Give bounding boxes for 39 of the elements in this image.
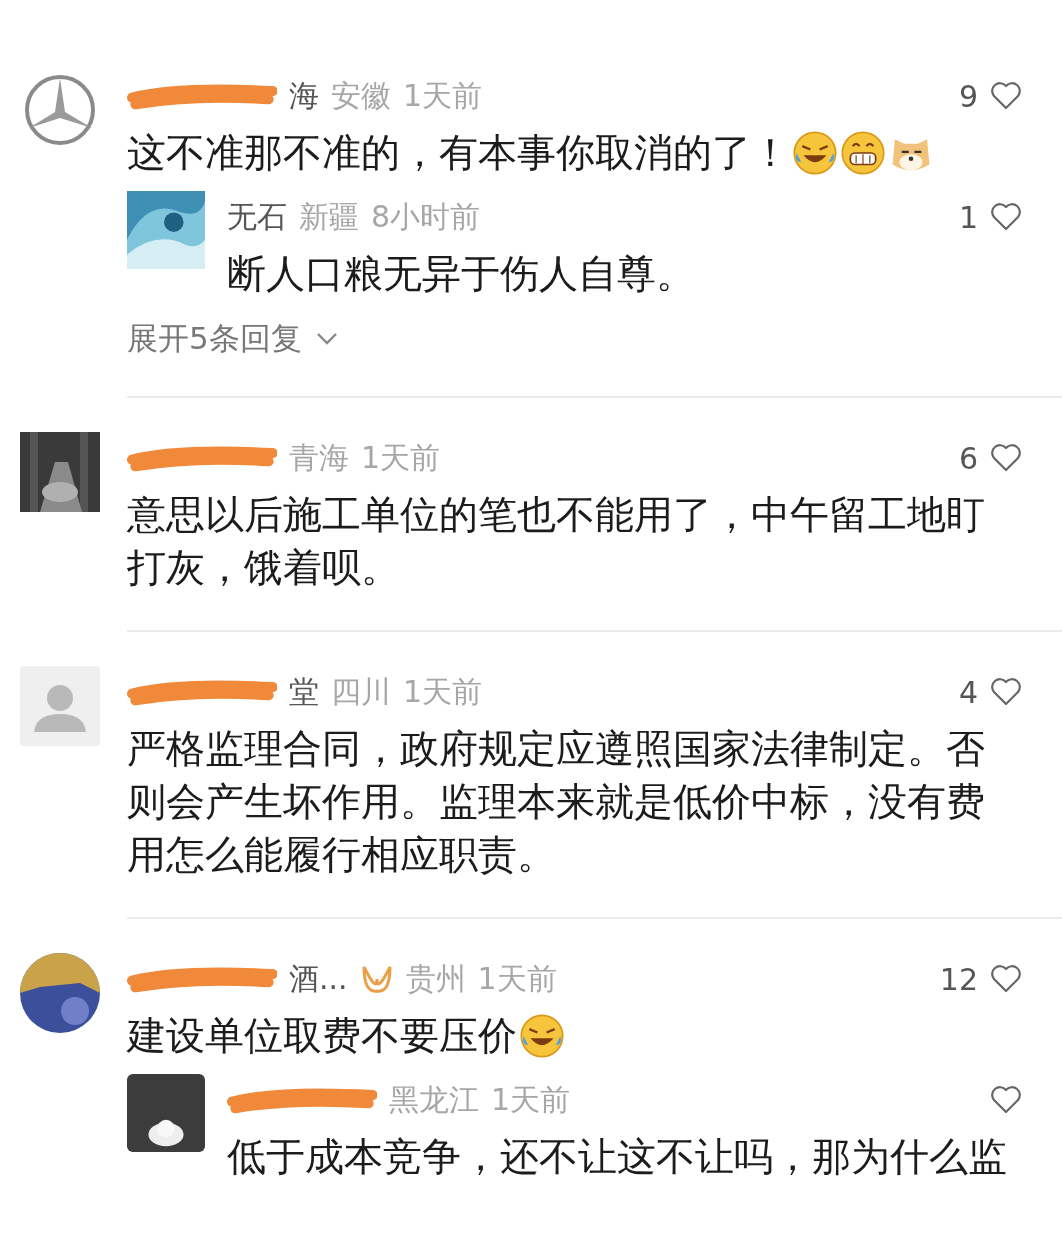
region-label: 安徽 [331, 76, 391, 115]
user-name[interactable]: 酒... [289, 958, 348, 1000]
region-label: 青海 [289, 438, 349, 477]
timestamp: 1天前 [361, 438, 441, 477]
region-label: 贵州 [405, 959, 466, 998]
timestamp: 1天前 [477, 959, 557, 998]
timestamp: 1天前 [491, 1080, 571, 1119]
timestamp: 1天前 [403, 672, 483, 711]
like-count: 1 [958, 199, 978, 235]
region-label: 四川 [331, 672, 391, 711]
user-name[interactable]: 堂 [289, 671, 319, 713]
chevron-down-icon [315, 332, 338, 346]
like-count: 12 [939, 961, 978, 997]
timestamp: 1天前 [403, 76, 483, 115]
timestamp: 8小时前 [371, 197, 481, 236]
user-name[interactable]: 无石 [227, 196, 287, 238]
laughing-crying-emoji-icon [519, 1013, 565, 1059]
heart-icon[interactable] [990, 443, 1022, 473]
reply-text: 低于成本竞争，还不让这不让吗，那为什么监 [227, 1133, 1008, 1181]
expand-replies-link[interactable]: 展开5条回复 [127, 318, 338, 360]
like-count: 9 [958, 78, 978, 114]
grinning-emoji-icon [840, 130, 886, 176]
region-label: 新疆 [299, 197, 359, 236]
reply-text: 断人口粮无异于伤人自尊。 [227, 250, 696, 298]
like-count: 4 [958, 674, 978, 710]
heart-icon[interactable] [990, 202, 1022, 232]
comment-text: 严格监理合同，政府规定应遵照国家法律制定。否则会产生坏作用。监理本来就是低价中标，没有费用怎么能履行相应职责。 [127, 725, 986, 879]
user-name[interactable]: 海 [289, 75, 319, 117]
laughing-crying-emoji-icon [792, 130, 838, 176]
like-count: 6 [958, 440, 978, 476]
heart-icon[interactable] [990, 677, 1022, 707]
comment-text: 意思以后施工单位的笔也不能用了，中午留工地盯打灰，饿着呗。 [127, 491, 986, 592]
comment-text: 建设单位取费不要压价 [127, 1009, 1022, 1062]
comment-text: 这不准那不准的，有本事你取消的了！ [127, 126, 1022, 179]
heart-icon[interactable] [990, 1085, 1022, 1115]
region-label: 黑龙江 [389, 1080, 479, 1119]
avatar-icon [20, 666, 100, 746]
heart-icon[interactable] [990, 81, 1022, 111]
heart-icon[interactable] [990, 964, 1022, 994]
